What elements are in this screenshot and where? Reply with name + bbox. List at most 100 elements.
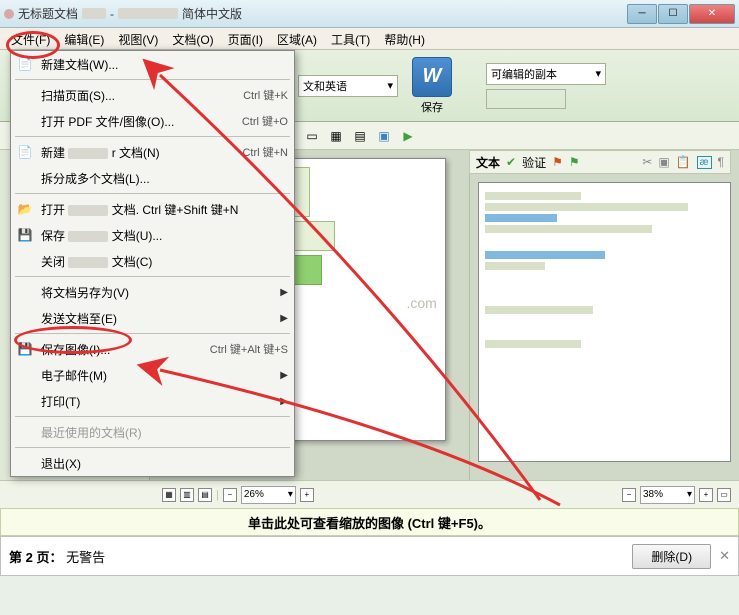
menu-label: 打开 文档. Ctrl 键+Shift 键+N bbox=[41, 201, 288, 218]
menu-页面i[interactable]: 页面(I) bbox=[221, 28, 270, 49]
text-panel-header: 文本 ✔ 验证 ⚑ ⚑ ✂ ▣ 📋 æ ¶ bbox=[469, 150, 731, 174]
scissors-icon[interactable]: ✂ bbox=[642, 155, 652, 169]
submenu-arrow-icon: ▶ bbox=[280, 396, 288, 407]
zoom-select-2[interactable]: 38%▾ bbox=[640, 486, 695, 504]
nav-next-icon[interactable]: ▤ bbox=[198, 488, 212, 502]
language-select[interactable]: 文和英语▾ bbox=[298, 75, 398, 97]
shortcut-label: Ctrl 键+K bbox=[243, 87, 288, 103]
menu-icon: 📄 bbox=[17, 56, 33, 72]
menu-label: 关闭 文档(C) bbox=[41, 253, 288, 270]
warning-label: 无警告 bbox=[66, 550, 105, 565]
titlebar: 无标题文档 - 简体中文版 ─ ☐ ✕ bbox=[0, 0, 739, 28]
menu-item[interactable]: 💾 保存 文档(U)... bbox=[11, 222, 294, 248]
menu-item[interactable]: 将文档另存为(V) ▶ bbox=[11, 279, 294, 305]
menu-文档o[interactable]: 文档(O) bbox=[165, 28, 220, 49]
zoom-in-button[interactable]: + bbox=[699, 488, 713, 502]
hint-bar[interactable]: 单击此处可查看缩放的图像 (Ctrl 键+F5)。 bbox=[0, 508, 739, 536]
menu-item[interactable]: 发送文档至(E) ▶ bbox=[11, 305, 294, 331]
submenu-arrow-icon: ▶ bbox=[280, 370, 288, 381]
flag-icon[interactable]: ⚑ bbox=[569, 155, 580, 169]
menu-label: 将文档另存为(V) bbox=[41, 284, 276, 301]
chevron-down-icon: ▾ bbox=[387, 79, 393, 92]
tool-icon[interactable]: ▦ bbox=[326, 126, 346, 146]
menu-item[interactable]: 退出(X) bbox=[11, 450, 294, 476]
menu-label: 退出(X) bbox=[41, 455, 288, 472]
menu-icon: 📄 bbox=[17, 144, 33, 160]
menu-label: 电子邮件(M) bbox=[41, 367, 276, 384]
tool-icon[interactable]: ▶ bbox=[398, 126, 418, 146]
delete-button[interactable]: 删除(D) bbox=[632, 544, 711, 569]
menu-视图v[interactable]: 视图(V) bbox=[111, 28, 165, 49]
close-icon[interactable]: ✕ bbox=[719, 548, 730, 564]
menu-item[interactable]: 💾 保存图像(I)...Ctrl 键+Alt 键+S bbox=[11, 336, 294, 362]
menu-label: 发送文档至(E) bbox=[41, 310, 276, 327]
minimize-button[interactable]: ─ bbox=[627, 4, 657, 24]
menu-item[interactable]: 打开 PDF 文件/图像(O)...Ctrl 键+O bbox=[11, 108, 294, 134]
ae-icon[interactable]: æ bbox=[697, 156, 712, 169]
maximize-button[interactable]: ☐ bbox=[658, 4, 688, 24]
menu-帮助h[interactable]: 帮助(H) bbox=[377, 28, 432, 49]
menu-label: 打印(T) bbox=[41, 393, 276, 410]
menu-item[interactable]: 📂 打开 文档. Ctrl 键+Shift 键+N bbox=[11, 196, 294, 222]
tool-icon[interactable]: ▭ bbox=[717, 488, 731, 502]
nav-first-icon[interactable]: ▦ bbox=[162, 488, 176, 502]
editable-copy-select[interactable]: 可编辑的副本▾ bbox=[486, 63, 606, 85]
paste-icon[interactable]: 📋 bbox=[676, 155, 691, 169]
menu-label: 最近使用的文档(R) bbox=[41, 424, 288, 441]
status-toolbar: ▦ ▥ ▤ | − 26%▾ + − 38%▾ + ▭ bbox=[0, 480, 739, 508]
tool-icon[interactable]: ▤ bbox=[350, 126, 370, 146]
save-label: 保存 bbox=[421, 99, 443, 115]
menu-item[interactable]: 拆分成多个文档(L)... bbox=[11, 165, 294, 191]
check-icon: ✔ bbox=[506, 155, 516, 169]
menu-label: 新建文档(W)... bbox=[41, 56, 288, 73]
menu-item[interactable]: 电子邮件(M) ▶ bbox=[11, 362, 294, 388]
text-panel bbox=[469, 150, 739, 480]
menu-item[interactable]: 打印(T) ▶ bbox=[11, 388, 294, 414]
copy-icon[interactable]: ▣ bbox=[658, 155, 669, 169]
save-tool-button[interactable]: W 保存 bbox=[406, 55, 458, 117]
para-icon[interactable]: ¶ bbox=[718, 155, 724, 169]
menu-区域a[interactable]: 区域(A) bbox=[270, 28, 324, 49]
menu-文件f[interactable]: 文件(F) bbox=[4, 28, 57, 49]
zoom-out-button[interactable]: − bbox=[223, 488, 237, 502]
menu-label: 打开 PDF 文件/图像(O)... bbox=[41, 113, 242, 130]
file-menu-dropdown: 📄新建文档(W)...扫描页面(S)...Ctrl 键+K打开 PDF 文件/图… bbox=[10, 50, 295, 477]
menu-item: 最近使用的文档(R) bbox=[11, 419, 294, 445]
nav-prev-icon[interactable]: ▥ bbox=[180, 488, 194, 502]
menu-item[interactable]: 📄 新建 r 文档(N)Ctrl 键+N bbox=[11, 139, 294, 165]
submenu-arrow-icon: ▶ bbox=[280, 287, 288, 298]
menubar: 文件(F)编辑(E)视图(V)文档(O)页面(I)区域(A)工具(T)帮助(H) bbox=[0, 28, 739, 50]
menu-icon: 💾 bbox=[17, 227, 33, 243]
chevron-down-icon: ▾ bbox=[595, 67, 601, 80]
menu-label: 扫描页面(S)... bbox=[41, 87, 243, 104]
text-document[interactable] bbox=[478, 182, 731, 462]
menu-label: 拆分成多个文档(L)... bbox=[41, 170, 288, 187]
flag-icon[interactable]: ⚑ bbox=[552, 155, 563, 169]
menu-item[interactable]: 关闭 文档(C) bbox=[11, 248, 294, 274]
menu-label: 保存图像(I)... bbox=[41, 341, 210, 358]
menu-工具t[interactable]: 工具(T) bbox=[324, 28, 377, 49]
menu-item[interactable]: 扫描页面(S)...Ctrl 键+K bbox=[11, 82, 294, 108]
zoom-in-button[interactable]: + bbox=[300, 488, 314, 502]
page-info-bar: 第 2 页： 无警告 删除(D) ✕ bbox=[0, 536, 739, 576]
shortcut-label: Ctrl 键+O bbox=[242, 113, 288, 129]
format-button[interactable] bbox=[486, 89, 566, 109]
tool-icon[interactable]: ▣ bbox=[374, 126, 394, 146]
zoom-out-button[interactable]: − bbox=[622, 488, 636, 502]
submenu-arrow-icon: ▶ bbox=[280, 313, 288, 324]
close-button[interactable]: ✕ bbox=[689, 4, 735, 24]
menu-label: 新建 r 文档(N) bbox=[41, 144, 242, 161]
shortcut-label: Ctrl 键+Alt 键+S bbox=[210, 341, 288, 357]
zoom-select[interactable]: 26%▾ bbox=[241, 486, 296, 504]
text-label: 文本 bbox=[476, 154, 500, 171]
menu-item[interactable]: 📄 新建文档(W)... bbox=[11, 51, 294, 77]
menu-label: 保存 文档(U)... bbox=[41, 227, 288, 244]
tool-icon[interactable]: ▭ bbox=[302, 126, 322, 146]
window-title: 无标题文档 - 简体中文版 bbox=[4, 5, 627, 22]
shortcut-label: Ctrl 键+N bbox=[242, 144, 288, 160]
page-number-label: 第 2 页： bbox=[9, 550, 62, 565]
menu-icon: 💾 bbox=[17, 341, 33, 357]
menu-icon: 📂 bbox=[17, 201, 33, 217]
menu-编辑e[interactable]: 编辑(E) bbox=[57, 28, 111, 49]
verify-label[interactable]: 验证 bbox=[522, 154, 546, 171]
